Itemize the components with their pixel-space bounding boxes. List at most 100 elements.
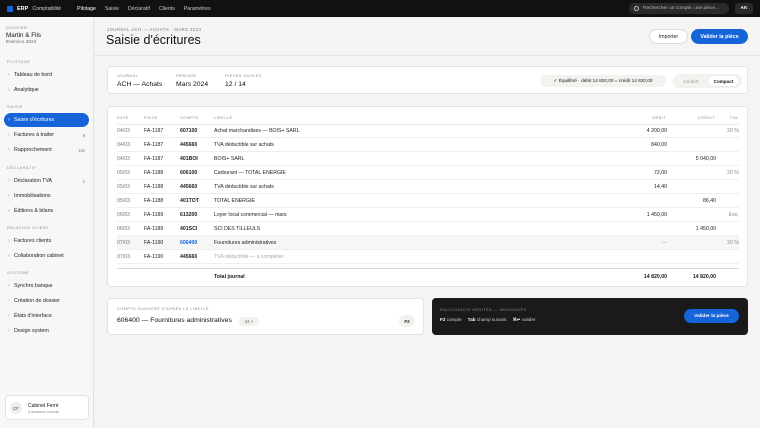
user-avatar[interactable]: AK <box>735 3 753 14</box>
sidebar-item-synchro-banque[interactable]: › Synchro banque <box>4 279 89 293</box>
cell-compte[interactable]: 401BOI <box>180 156 198 162</box>
count-badge: 1 <box>82 178 85 184</box>
table-row-active[interactable]: 07/03 FA-1190 606400 Fournitures adminis… <box>117 236 739 250</box>
cabinet-card[interactable]: CF Cabinet Ferré 3 dossiers ouverts <box>5 395 89 420</box>
table-row[interactable]: 05/03 FA-1188 445660 TVA déductible sur … <box>117 180 739 194</box>
cell-libelle[interactable]: TOTAL ENERGIE <box>214 198 255 204</box>
sidebar-item-design-system[interactable]: › Design system <box>4 324 89 338</box>
brand-logo-icon <box>7 5 13 12</box>
sidebar-item-creation-dossier[interactable]: › Création de dossier <box>4 294 89 308</box>
sidebar-item-etats-interface[interactable]: › États d'interface <box>4 309 89 323</box>
sidebar-item-factures-clients[interactable]: › Factures clients <box>4 234 89 248</box>
cell-debit[interactable]: 14,40 <box>654 184 667 190</box>
sidebar-item-tableau-de-bord[interactable]: › Tableau de bord <box>4 68 89 82</box>
topnav-pilotage[interactable]: Pilotage <box>77 6 96 12</box>
validate-piece-button[interactable]: Valider la pièce <box>684 309 739 323</box>
cell-compte[interactable]: 445660 <box>180 142 197 148</box>
cell-credit[interactable]: 1 450,00 <box>696 226 716 232</box>
cell-libelle[interactable]: TVA déductible sur achats <box>214 142 274 148</box>
cell-date: 07/03 <box>117 254 130 260</box>
cell-compte[interactable]: 613200 <box>180 212 197 218</box>
cell-credit[interactable]: 86,40 <box>703 198 716 204</box>
cell-libelle[interactable]: Carburant — TOTAL ENERGIE <box>214 170 286 176</box>
dossier-label: DOSSIER <box>6 25 28 30</box>
cell-date: 04/03 <box>117 128 130 134</box>
cell-piece: FA-1187 <box>144 156 164 162</box>
dossier-name[interactable]: Martin & Fils <box>6 32 41 39</box>
cell-tva: 20 % <box>727 170 739 176</box>
table-row[interactable]: 07/03 FA-1190 445660 TVA déductible — à … <box>117 250 739 264</box>
sidebar-item-rapprochement[interactable]: › Rapprochement 142 <box>4 143 89 157</box>
shortcut-compte: F2 compte <box>440 317 462 322</box>
table-row[interactable]: 04/03 FA-1187 401BOI BOIS+ SARL 5 040,00 <box>117 152 739 166</box>
cell-compte[interactable]: 606100 <box>180 170 197 176</box>
cell-debit[interactable]: 4 200,00 <box>647 128 667 134</box>
journal-info-card: JOURNAL ACH — Achats PÉRIODE Mars 2024 P… <box>107 66 748 94</box>
cabinet-subtitle: 3 dossiers ouverts <box>28 410 59 414</box>
density-toggle[interactable]: Confort Compact <box>673 74 742 88</box>
cell-libelle[interactable]: Loyer local commercial — mars <box>214 212 287 218</box>
cell-compte[interactable]: 445660 <box>180 254 197 260</box>
column-header-compte: COMPTE <box>180 116 200 120</box>
topnav-clients[interactable]: Clients <box>159 6 175 12</box>
cell-compte[interactable]: 445660 <box>180 184 197 190</box>
sidebar-item-editions-bilans[interactable]: › Éditions & bilans <box>4 204 89 218</box>
cell-compte[interactable]: 606400 <box>180 240 197 246</box>
total-label: Total journal <box>214 274 245 280</box>
section-relation-client: RELATION CLIENT <box>7 226 50 230</box>
cell-libelle[interactable]: TVA déductible sur achats <box>214 184 274 190</box>
topnav-parametres[interactable]: Paramètres <box>184 6 211 12</box>
brand[interactable]: ERP Comptabilité <box>7 5 61 12</box>
table-row[interactable]: 05/03 FA-1188 606100 Carburant — TOTAL E… <box>117 166 739 180</box>
mode-compact-option[interactable]: Compact <box>708 76 739 86</box>
shortcuts-label: RACCOURCIS HÉRITÉS — INCHANGÉS <box>440 308 527 312</box>
periode-value[interactable]: Mars 2024 <box>176 81 208 88</box>
cell-libelle[interactable]: Achat marchandises — BOIS+ SARL <box>214 128 300 134</box>
sidebar-item-declaration-tva[interactable]: › Déclaration TVA 1 <box>4 174 89 188</box>
import-button[interactable]: Importer <box>649 29 688 44</box>
suggestion-value[interactable]: 606400 — Fournitures administratives <box>117 317 232 324</box>
table-row[interactable]: 04/03 FA-1187 607100 Achat marchandises … <box>117 124 739 138</box>
cell-debit[interactable]: 840,00 <box>651 142 667 148</box>
cell-compte[interactable]: 607100 <box>180 128 197 134</box>
sidebar-item-label: États d'interface <box>14 313 52 319</box>
column-header-tva: TVA <box>729 116 738 120</box>
search-input[interactable]: Rechercher un compte, une pièce… <box>629 3 729 14</box>
cell-debit[interactable]: 1 450,00 <box>647 212 667 218</box>
table-row[interactable]: 06/03 FA-1189 613200 Loyer local commerc… <box>117 208 739 222</box>
suggestion-label: COMPTE SUGGÉRÉ D'APRÈS LE LIBELLÉ <box>117 307 209 311</box>
cell-piece: FA-1189 <box>144 226 164 232</box>
sidebar-item-factures-a-traiter[interactable]: › Factures à traiter 8 <box>4 128 89 142</box>
cabinet-name: Cabinet Ferré <box>28 403 59 409</box>
sidebar-item-immobilisations[interactable]: › Immobilisations <box>4 189 89 203</box>
page-title: Saisie d'écritures <box>106 33 201 47</box>
cell-debit[interactable]: — <box>662 240 667 246</box>
apply-suggestion-key[interactable]: F2 <box>399 315 415 327</box>
journal-value[interactable]: ACH — Achats <box>117 81 162 88</box>
mode-confort-option[interactable]: Confort <box>676 76 706 86</box>
cell-compte[interactable]: 401SCI <box>180 226 197 232</box>
validate-button[interactable]: Valider la pièce <box>691 29 748 44</box>
cell-libelle[interactable]: SCI DES TILLEULS <box>214 226 260 232</box>
column-header-piece: PIÈCE <box>144 116 158 120</box>
cell-compte[interactable]: 401TOT <box>180 198 199 204</box>
sidebar-item-analytique[interactable]: › Analytique <box>4 83 89 97</box>
table-row[interactable]: 05/03 FA-1188 401TOT TOTAL ENERGIE 86,40 <box>117 194 739 208</box>
cell-piece: FA-1187 <box>144 128 164 134</box>
sidebar-item-collaboration-cabinet[interactable]: › Collaboration cabinet <box>4 249 89 263</box>
brand-name: ERP <box>17 5 29 12</box>
sidebar-item-saisie-ecritures[interactable]: › Saisie d'écritures <box>4 113 89 127</box>
table-row[interactable]: 04/03 FA-1187 445660 TVA déductible sur … <box>117 138 739 152</box>
cell-libelle[interactable]: Fournitures administratives <box>214 240 276 246</box>
topnav-saisie[interactable]: Saisie <box>105 6 119 12</box>
cell-debit[interactable]: 72,00 <box>654 170 667 176</box>
cell-libelle[interactable]: BOIS+ SARL <box>214 156 244 162</box>
shortcuts-card: RACCOURCIS HÉRITÉS — INCHANGÉS F2 compte… <box>432 298 748 335</box>
topnav-declaratif[interactable]: Déclaratif <box>128 6 150 12</box>
cell-tva: 20 % <box>727 128 739 134</box>
avatar: CF <box>10 402 22 414</box>
table-row[interactable]: 06/03 FA-1189 401SCI SCI DES TILLEULS 1 … <box>117 222 739 236</box>
cell-date: 04/03 <box>117 142 130 148</box>
cell-libelle[interactable]: TVA déductible — à compléter <box>214 254 284 260</box>
cell-credit[interactable]: 5 040,00 <box>696 156 716 162</box>
